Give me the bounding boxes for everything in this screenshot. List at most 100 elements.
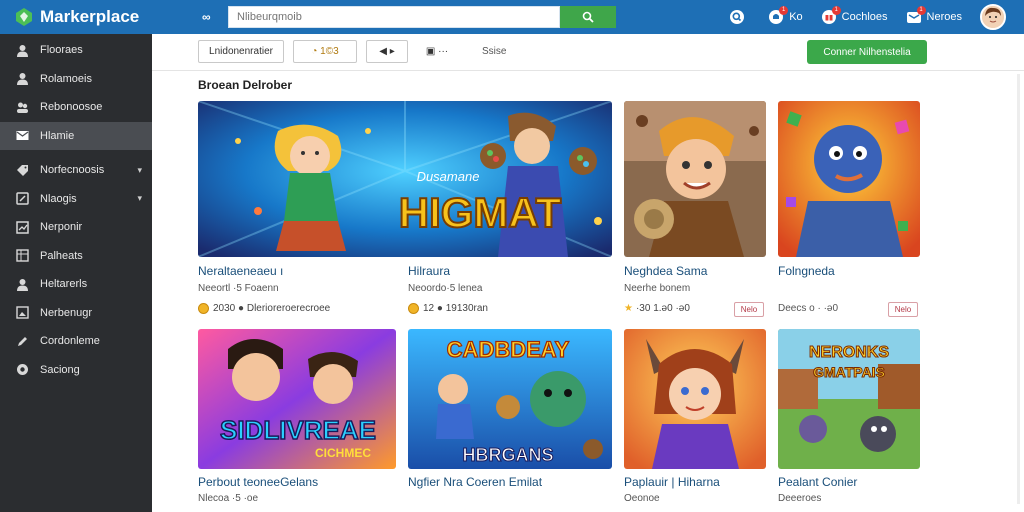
sidebar-item-label: Palheats bbox=[40, 249, 83, 262]
sidebar-item-10[interactable]: Nerbenugr bbox=[0, 299, 152, 328]
infinity-icon[interactable]: ∞ bbox=[202, 10, 228, 24]
sidebar-item-7[interactable]: Nerponir bbox=[0, 213, 152, 242]
sidebar-item-11[interactable]: Cordonleme bbox=[0, 327, 152, 356]
card-meta: ★ ·30 1.ǝ0 ·ǝ0 bbox=[624, 303, 690, 314]
game-thumbnail[interactable] bbox=[778, 101, 920, 257]
app-logo[interactable]: Markerplace bbox=[14, 7, 202, 27]
game-card-5[interactable]: SIDLIVREAE CICHMEC Perbout teoneeGelans … bbox=[198, 329, 396, 512]
cta-button[interactable]: Conner Nilhenstelia bbox=[807, 40, 927, 64]
filter-button-view[interactable]: ◀ ▸ bbox=[366, 40, 408, 63]
card-subtitle: Oeonoe bbox=[624, 493, 660, 504]
search-button[interactable] bbox=[560, 6, 616, 28]
mail-icon bbox=[16, 131, 29, 141]
notification-icon: 1 bbox=[768, 6, 789, 25]
person-icon bbox=[17, 44, 28, 57]
card-subtitle: Deeeroes bbox=[778, 493, 822, 504]
card-title[interactable]: Pealant Conier bbox=[778, 475, 857, 489]
top-right-actions: 1 Ko 1 Cochloes 1 Neroes bbox=[729, 0, 1024, 34]
game-card-2[interactable]: Hilraura Neoordo·5 lenea 12 ● 19130ran bbox=[408, 264, 608, 324]
scrollbar[interactable] bbox=[1017, 74, 1020, 504]
sidebar-item-5[interactable]: Norfecnoosis ▾ bbox=[0, 156, 152, 185]
search-icon bbox=[582, 11, 594, 23]
card-title[interactable]: Hilraura bbox=[408, 264, 450, 278]
chevron-down-icon[interactable]: ▾ bbox=[137, 193, 142, 204]
card-meta: 2030 ● Dlerioreroerecroee bbox=[198, 303, 330, 314]
sidebar-item-8[interactable]: Palheats bbox=[0, 242, 152, 271]
top-search-toggle[interactable] bbox=[729, 9, 750, 25]
game-card-7[interactable]: Paplauir | Hiharna Oeonoe bbox=[624, 329, 766, 512]
filter-button-sort[interactable]: Lnidonenratier bbox=[198, 40, 284, 63]
card-subtitle: Nlecoa ·5 ·oe bbox=[198, 493, 259, 504]
sidebar-item-label: Rebonoosoe bbox=[40, 101, 103, 114]
banner-subtitle: GMATPAIS bbox=[813, 364, 885, 380]
top-item-gifts[interactable]: 1 Cochloes bbox=[821, 6, 888, 25]
game-thumbnail[interactable]: CADBDEAY HBRGANS bbox=[408, 329, 612, 469]
table-icon bbox=[16, 249, 29, 262]
card-title[interactable]: Neraltaeneaeu ı bbox=[198, 264, 283, 278]
tag-icon bbox=[17, 164, 28, 176]
magnifier-icon bbox=[730, 10, 745, 24]
game-card-3[interactable]: Neghdea Sama Neerhe bonem ★ ·30 1.ǝ0 ·ǝ0 … bbox=[624, 101, 766, 321]
top-item-notifications[interactable]: 1 Ko bbox=[768, 6, 803, 25]
top-item-label: Neroes bbox=[926, 11, 962, 23]
filter-bar: Lnidonenratier ◔ 1©3 ◀ ▸ ▣ ··· Ssise bbox=[198, 40, 506, 63]
gift-badge: 1 bbox=[831, 6, 841, 15]
game-card-4[interactable]: Folngneda Deecs o · ·ǝ0 Nelo bbox=[778, 101, 920, 321]
game-thumbnail[interactable]: SIDLIVREAE CICHMEC bbox=[198, 329, 396, 469]
star-icon: ★ bbox=[624, 303, 633, 314]
card-title[interactable]: Ngfier Nra Coeren Emilat bbox=[408, 475, 542, 489]
card-subtitle: Neeortl ·5 Foaenn bbox=[198, 283, 279, 294]
user-avatar[interactable] bbox=[980, 4, 1006, 30]
image-icon bbox=[16, 306, 29, 319]
sidebar-item-1[interactable]: Flooraes bbox=[0, 36, 152, 65]
card-tag[interactable]: Nelo bbox=[734, 302, 764, 317]
top-item-inbox[interactable]: 1 Neroes bbox=[906, 6, 962, 25]
top-item-label: Cochloes bbox=[841, 11, 888, 23]
section-title: Broean Delrober bbox=[198, 78, 293, 92]
card-title[interactable]: Folngneda bbox=[778, 264, 835, 278]
toolbar-divider bbox=[152, 70, 1024, 71]
game-thumbnail[interactable]: NERONKS GMATPAIS bbox=[778, 329, 920, 469]
card-meta-text: Deecs o · ·ǝ0 bbox=[778, 303, 839, 314]
game-thumbnail[interactable] bbox=[624, 101, 766, 257]
sidebar-item-2[interactable]: Rolamoeis bbox=[0, 65, 152, 94]
sidebar-item-label: Nerponir bbox=[40, 221, 83, 234]
sidebar-item-label: Hlamie bbox=[40, 129, 75, 142]
coin-icon bbox=[408, 303, 419, 314]
chevron-down-icon[interactable]: ▾ bbox=[137, 165, 142, 176]
search-bar bbox=[228, 6, 616, 28]
card-subtitle: Neerhe bonem bbox=[624, 283, 691, 294]
search-input[interactable] bbox=[228, 6, 560, 28]
sidebar-item-label: Saciong bbox=[40, 363, 80, 376]
game-card-6[interactable]: CADBDEAY HBRGANS Ngfier Nra Coeren Emila… bbox=[408, 329, 612, 512]
card-meta-text: 12 ● 19130ran bbox=[423, 303, 488, 314]
sidebar-item-4-active[interactable]: Hlamie bbox=[0, 121, 152, 150]
card-title[interactable]: Paplauir | Hiharna bbox=[624, 475, 720, 489]
game-thumbnail[interactable] bbox=[624, 329, 766, 469]
sidebar-item-label: Norfecnoosis bbox=[40, 164, 105, 177]
sidebar-item-3[interactable]: Rebonoosoe bbox=[0, 93, 152, 122]
filter-size-link[interactable]: Ssise bbox=[482, 46, 506, 57]
edit-icon bbox=[16, 192, 29, 205]
person-icon bbox=[17, 73, 28, 86]
banner-subtitle: CADBDEAY bbox=[447, 337, 570, 362]
banner-title: SIDLIVREAE bbox=[220, 415, 376, 445]
sidebar-item-12[interactable]: Saciong bbox=[0, 356, 152, 385]
card-title[interactable]: Neghdea Sama bbox=[624, 264, 707, 278]
group-icon bbox=[17, 102, 28, 113]
inbox-icon: 1 bbox=[906, 6, 926, 25]
sidebar: Flooraes Rolamoeis Rebonoosoe Hlamie Nor… bbox=[0, 34, 152, 512]
sidebar-item-label: Nerbenugr bbox=[40, 306, 92, 319]
card-tag[interactable]: Nelo bbox=[888, 302, 918, 317]
game-card-8[interactable]: NERONKS GMATPAIS Pealant Conier Deeeroes bbox=[778, 329, 920, 512]
banner-subtitle: CICHMEC bbox=[315, 446, 371, 460]
game-thumbnail[interactable]: Dusamane HIGMAT bbox=[198, 101, 612, 257]
sidebar-item-9[interactable]: Heltarerls bbox=[0, 270, 152, 299]
main-content: Lnidonenratier ◔ 1©3 ◀ ▸ ▣ ··· Ssise Con… bbox=[152, 34, 1024, 512]
banner-title: NERONKS bbox=[809, 344, 889, 361]
sidebar-item-6[interactable]: Nlaogis ▾ bbox=[0, 185, 152, 214]
filter-button-grid[interactable]: ▣ ··· bbox=[417, 40, 457, 63]
filter-button-coins[interactable]: ◔ 1©3 bbox=[293, 40, 357, 63]
inbox-badge: 1 bbox=[916, 6, 926, 15]
card-title[interactable]: Perbout teoneeGelans bbox=[198, 475, 318, 489]
